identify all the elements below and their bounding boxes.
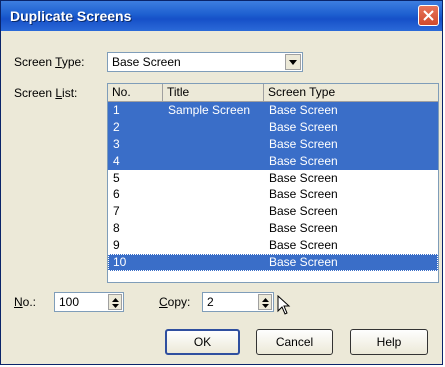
list-item[interactable]: 7 Base Screen [108, 203, 438, 220]
list-item[interactable]: 5 Base Screen [108, 170, 438, 187]
list-item[interactable]: 8 Base Screen [108, 220, 438, 237]
arrow-up-icon[interactable] [262, 298, 269, 302]
row-number: 6 [113, 187, 120, 202]
close-icon [423, 10, 434, 21]
close-button[interactable] [418, 5, 439, 26]
no-label-suffix: o.: [22, 295, 37, 309]
column-header-screen-type[interactable]: Screen Type [264, 84, 438, 101]
row-screen-type: Base Screen [269, 204, 338, 219]
row-screen-type: Base Screen [269, 221, 338, 236]
screen-type-label-prefix: Screen [14, 55, 56, 69]
row-number: 4 [113, 153, 120, 168]
row-screen-type: Base Screen [269, 153, 338, 168]
row-screen-type: Base Screen [269, 187, 338, 202]
screen-list-label: Screen List: [14, 86, 77, 100]
no-value: 100 [59, 295, 80, 309]
copy-label: Copy: [159, 295, 190, 309]
row-number: 1 [113, 103, 120, 117]
chevron-down-icon [289, 60, 297, 65]
row-screen-type: Base Screen [269, 136, 338, 151]
no-label: No.: [14, 295, 36, 309]
list-item[interactable]: 3 Base Screen [108, 135, 438, 153]
copy-spin-buttons[interactable] [258, 294, 272, 310]
arrow-down-icon[interactable] [262, 304, 269, 308]
list-item[interactable]: 1 Sample Screen Base Screen [108, 102, 438, 119]
screen-type-value: Base Screen [112, 55, 181, 69]
row-number: 9 [113, 238, 120, 253]
copy-value: 2 [207, 295, 214, 309]
row-number: 10 [113, 255, 127, 270]
duplicate-screens-dialog: Duplicate Screens Screen Type: Base Scre… [0, 0, 443, 365]
copy-label-mnemonic: C [159, 295, 168, 309]
list-item[interactable]: 9 Base Screen [108, 237, 438, 254]
row-number: 8 [113, 221, 120, 236]
title-bar[interactable]: Duplicate Screens [1, 1, 442, 31]
screen-type-label: Screen Type: [14, 55, 85, 69]
list-header: No. Title Screen Type [108, 84, 438, 102]
dropdown-button[interactable] [285, 54, 301, 70]
row-number: 5 [113, 170, 120, 185]
screen-list[interactable]: No. Title Screen Type 1 Sample Screen Base… [107, 83, 439, 283]
arrow-up-icon[interactable] [112, 298, 119, 302]
row-screen-type: Base Screen [269, 103, 338, 117]
no-label-mnemonic: N [14, 295, 23, 309]
no-spin-buttons[interactable] [108, 294, 122, 310]
help-button[interactable]: Help [350, 329, 428, 355]
arrow-down-icon[interactable] [112, 304, 119, 308]
row-screen-type: Base Screen [269, 238, 338, 253]
row-screen-type: Base Screen [269, 170, 338, 185]
list-item[interactable]: 10 Base Screen [108, 254, 438, 271]
screen-type-dropdown[interactable]: Base Screen [107, 52, 303, 72]
list-item[interactable]: 4 Base Screen [108, 152, 438, 170]
list-item[interactable]: 2 Base Screen [108, 118, 438, 136]
dialog-title: Duplicate Screens [10, 8, 132, 24]
row-number: 2 [113, 119, 120, 134]
screen-type-label-mnemonic: T [55, 55, 62, 69]
copy-stepper[interactable]: 2 [202, 292, 274, 312]
copy-label-suffix: opy: [167, 295, 191, 309]
row-screen-type: Base Screen [269, 255, 338, 270]
screen-type-label-suffix: ype: [61, 55, 85, 69]
ok-button[interactable]: OK [165, 329, 240, 355]
list-item[interactable]: 6 Base Screen [108, 186, 438, 203]
screen-list-label-suffix: ist: [62, 86, 78, 100]
column-header-no[interactable]: No. [108, 84, 163, 101]
row-number: 3 [113, 136, 120, 151]
screen-list-label-prefix: Screen [14, 86, 56, 100]
no-stepper[interactable]: 100 [54, 292, 124, 312]
column-header-title[interactable]: Title [163, 84, 264, 101]
mouse-pointer-icon [277, 295, 291, 315]
list-rows: 1 Sample Screen Base Screen 2 Base Screen 3 Ba… [108, 102, 438, 271]
cancel-button[interactable]: Cancel [256, 329, 333, 355]
row-title: Sample Screen [168, 103, 251, 117]
row-screen-type: Base Screen [269, 119, 338, 134]
row-number: 7 [113, 204, 120, 219]
